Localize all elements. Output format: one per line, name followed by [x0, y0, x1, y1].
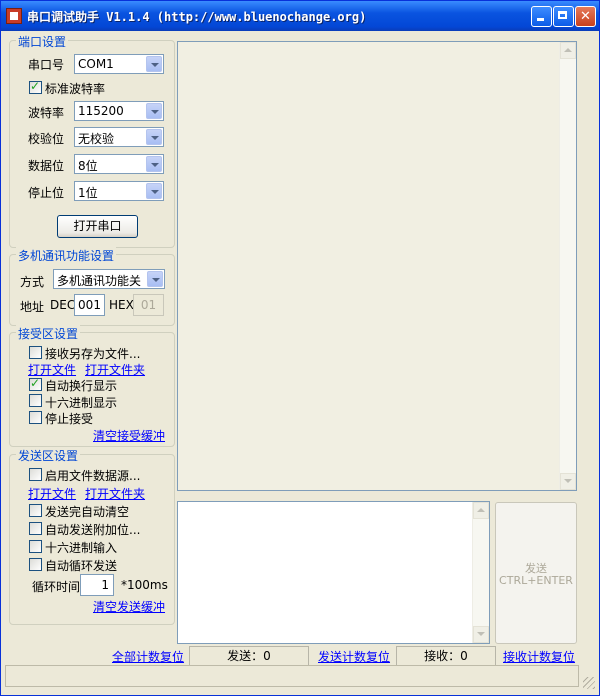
stop-recv-label: 停止接受: [45, 412, 94, 426]
auto-loop-checkbox[interactable]: [29, 558, 42, 571]
port-settings-title: 端口设置: [16, 33, 69, 50]
multi-settings-group: 多机通讯功能设置 方式 多机通讯功能关 地址 DEC 001 HEX 01: [9, 247, 175, 326]
send-button[interactable]: 发送 CTRL+ENTER: [495, 502, 577, 644]
hex-display-label: 十六进制显示: [45, 396, 118, 410]
mode-select[interactable]: 多机通讯功能关: [53, 269, 165, 289]
maximize-icon: [554, 7, 573, 26]
auto-clear-label: 发送完自动清空: [45, 505, 130, 519]
hex-label: HEX: [109, 298, 134, 312]
save-to-file-label: 接收另存为文件...: [45, 347, 141, 361]
loop-time-input[interactable]: 1: [80, 574, 114, 596]
minimize-icon: [532, 7, 551, 26]
chevron-down-icon[interactable]: [146, 56, 162, 72]
send-button-shortcut: CTRL+ENTER: [499, 574, 573, 587]
address-label: 地址: [20, 300, 45, 314]
auto-append-checkbox[interactable]: [29, 522, 42, 535]
file-source-checkbox[interactable]: [29, 468, 42, 481]
send-open-folder-link[interactable]: 打开文件夹: [85, 485, 145, 502]
auto-append-label: 自动发送附加位...: [45, 523, 141, 537]
maximize-button[interactable]: [553, 6, 574, 27]
std-baud-checkbox[interactable]: [29, 79, 42, 94]
databits-value: 8位: [78, 159, 98, 173]
databits-label: 数据位: [28, 159, 65, 173]
auto-loop-label: 自动循环发送: [45, 559, 118, 573]
std-baud-label: 标准波特率: [45, 82, 106, 96]
hex-input-checkbox[interactable]: [29, 540, 42, 553]
title-bar[interactable]: 串口调试助手 V1.1.4 (http://www.bluenochange.o…: [1, 1, 599, 31]
save-to-file-checkbox[interactable]: [29, 346, 42, 359]
recv-open-folder-link[interactable]: 打开文件夹: [85, 361, 145, 378]
loop-time-unit: *100ms: [121, 578, 168, 592]
reset-sent-count-link[interactable]: 发送计数复位: [318, 648, 390, 665]
hex-display-checkbox[interactable]: [29, 394, 42, 407]
sent-counter: 发送：0: [189, 646, 309, 666]
close-button[interactable]: ✕: [575, 6, 596, 27]
minimize-button[interactable]: [531, 6, 552, 27]
port-label: 串口号: [28, 58, 65, 72]
status-bar: [5, 665, 579, 687]
received-counter: 接收：0: [396, 646, 496, 666]
send-open-file-link[interactable]: 打开文件: [28, 485, 76, 502]
baud-value: 115200: [78, 104, 124, 118]
window-title: 串口调试助手 V1.1.4 (http://www.bluenochange.o…: [27, 10, 367, 24]
stop-recv-checkbox[interactable]: [29, 411, 42, 424]
stopbits-label: 停止位: [28, 186, 65, 200]
dec-label: DEC: [50, 298, 76, 312]
parity-label: 校验位: [28, 132, 65, 146]
reset-recv-count-link[interactable]: 接收计数复位: [503, 648, 575, 665]
dec-address-input[interactable]: 001: [74, 294, 105, 316]
receive-settings-title: 接受区设置: [16, 325, 81, 342]
auto-newline-label: 自动换行显示: [45, 379, 118, 393]
loop-time-label: 循环时间: [32, 580, 81, 594]
hex-address-input: 01: [133, 294, 164, 316]
stopbits-select[interactable]: 1位: [74, 181, 164, 201]
baud-label: 波特率: [28, 106, 65, 120]
scroll-up-arrow-icon[interactable]: [473, 502, 489, 519]
app-window: 串口调试助手 V1.1.4 (http://www.bluenochange.o…: [0, 0, 600, 696]
clear-send-buffer-link[interactable]: 清空发送缓冲: [93, 598, 165, 615]
chevron-down-icon[interactable]: [146, 103, 162, 119]
stopbits-value: 1位: [78, 186, 98, 200]
chevron-down-icon[interactable]: [146, 183, 162, 199]
send-text-area[interactable]: [177, 501, 490, 644]
send-scrollbar[interactable]: [472, 502, 489, 643]
hex-input-label: 十六进制输入: [45, 541, 118, 555]
chevron-down-icon[interactable]: [147, 271, 163, 287]
mode-label: 方式: [20, 275, 45, 289]
resize-grip-icon[interactable]: [583, 677, 595, 689]
reset-all-counts-link[interactable]: 全部计数复位: [112, 648, 184, 665]
port-settings-group: 端口设置 串口号 COM1 标准波特率 波特率 115200 校验位 无校验 数…: [9, 33, 175, 248]
chevron-down-icon[interactable]: [146, 129, 162, 145]
port-value: COM1: [78, 57, 114, 71]
parity-select[interactable]: 无校验: [74, 127, 164, 147]
send-settings-title: 发送区设置: [16, 447, 81, 464]
port-select[interactable]: COM1: [74, 54, 164, 74]
scroll-down-arrow-icon[interactable]: [473, 626, 489, 643]
scroll-up-arrow-icon[interactable]: [560, 42, 576, 59]
clear-recv-buffer-link[interactable]: 清空接受缓冲: [93, 427, 165, 444]
send-settings-group: 发送区设置 启用文件数据源... 打开文件 打开文件夹 发送完自动清空 自动发送…: [9, 447, 175, 625]
receive-settings-group: 接受区设置 接收另存为文件... 打开文件 打开文件夹 自动换行显示 十六进制显…: [9, 325, 175, 447]
open-port-button[interactable]: 打开串口: [57, 215, 138, 238]
baud-select[interactable]: 115200: [74, 101, 164, 121]
mode-value: 多机通讯功能关: [57, 274, 142, 288]
chevron-down-icon[interactable]: [146, 156, 162, 172]
parity-value: 无校验: [78, 132, 115, 146]
file-source-label: 启用文件数据源...: [45, 469, 141, 483]
close-icon: ✕: [580, 9, 591, 24]
receive-text-area[interactable]: [177, 41, 577, 491]
scroll-down-arrow-icon[interactable]: [560, 473, 576, 490]
receive-scrollbar[interactable]: [559, 42, 576, 490]
auto-clear-checkbox[interactable]: [29, 504, 42, 517]
auto-newline-checkbox[interactable]: [29, 376, 42, 391]
databits-select[interactable]: 8位: [74, 154, 164, 174]
app-icon: [6, 8, 22, 24]
multi-settings-title: 多机通讯功能设置: [16, 247, 117, 264]
